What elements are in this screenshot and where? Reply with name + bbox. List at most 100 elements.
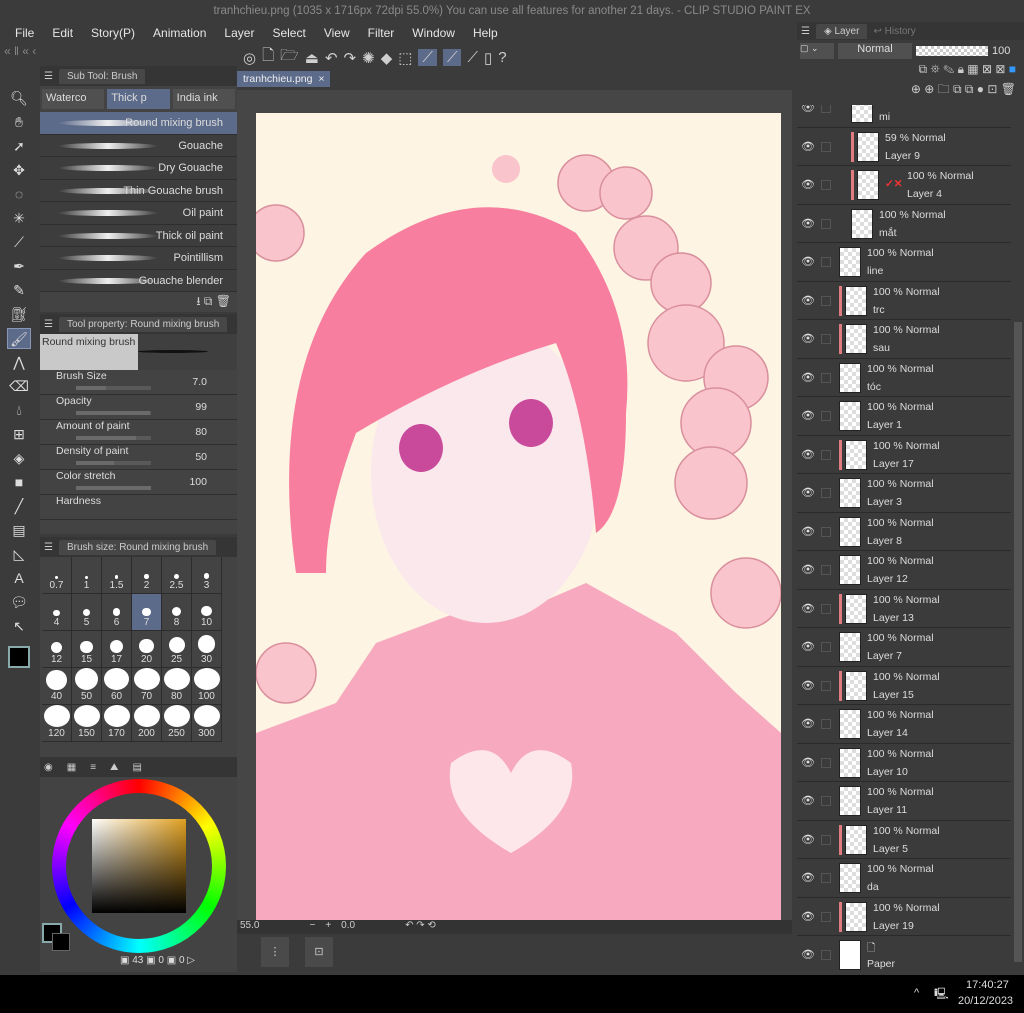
layer-row[interactable]: 👁︎ 100 % Normal Layer 17 (797, 436, 1011, 474)
visibility-eye-icon[interactable]: 👁︎ (801, 332, 815, 345)
rotate-icons[interactable]: ↶ ↷ ⟲ (405, 920, 436, 934)
layer-row[interactable]: 👁︎ 100 % Normal Layer 14 (797, 705, 1011, 744)
brush-size-option[interactable]: 4 (42, 594, 72, 631)
pen-tool-icon[interactable]: ✒ (7, 256, 31, 277)
layer-checkbox[interactable] (821, 295, 831, 306)
menu-icon[interactable]: ☰ (44, 542, 53, 553)
layer-action-icons[interactable]: ⊕ ⊕ 🗀 ⧉ ⧉ ● ⊡ 🗑︎ (797, 80, 1024, 101)
property-row[interactable]: Density of paint 50 (40, 445, 237, 470)
lasso-tool-icon[interactable]: ◌ (7, 184, 31, 205)
brush-size-option[interactable]: 0.7 (42, 557, 72, 594)
brush-size-option[interactable]: 2.5 (162, 557, 192, 594)
property-value[interactable]: 50 (195, 451, 207, 463)
brush-size-option[interactable]: 300 (192, 705, 222, 742)
brush-size-option[interactable]: 70 (132, 668, 162, 705)
layer-checkbox[interactable] (821, 796, 831, 806)
layer-row[interactable]: 👁︎ 100 % Normal Layer 12 (797, 551, 1011, 590)
eyedropper-icon[interactable]: ⟋ (7, 232, 31, 253)
opacity-value[interactable]: 100 (992, 45, 1010, 57)
zoom-tool-icon[interactable]: 🔍︎ (7, 88, 31, 109)
menu-icon[interactable]: ☰ (801, 26, 810, 37)
main-color-swatch[interactable] (8, 646, 30, 668)
property-row[interactable]: Amount of paint 80 (40, 420, 237, 445)
subtool-actions[interactable]: ⭳ ⧉ 🗑︎ (40, 292, 237, 313)
visibility-eye-icon[interactable]: 👁︎ (801, 448, 815, 461)
eraser-tool-icon[interactable]: ⌫ (7, 376, 31, 397)
property-slider[interactable] (76, 411, 151, 415)
close-tab-icon[interactable]: × (318, 73, 324, 85)
layer-row[interactable]: 👁︎ 🗋 Paper (797, 936, 1011, 972)
tab-layer[interactable]: ◈ Layer (815, 23, 868, 39)
layer-row[interactable]: 👁︎ 100 % Normal Layer 19 (797, 898, 1011, 936)
smartphone-icon[interactable]: ▯ (484, 49, 492, 67)
airbrush-tool-icon[interactable]: ⛽︎ (7, 304, 31, 325)
layer-row[interactable]: 👁︎ mi (797, 105, 1011, 128)
clear-icon[interactable]: ✺ (362, 49, 375, 67)
menu-icon[interactable]: ☰ (44, 319, 53, 330)
layer-row[interactable]: 👁︎ 100 % Normal Layer 13 (797, 590, 1011, 628)
layer-checkbox[interactable] (821, 950, 831, 960)
fill-tool-icon[interactable]: ◈ (7, 448, 31, 469)
visibility-eye-icon[interactable]: 👁︎ (801, 525, 815, 538)
brush-size-option[interactable]: 5 (72, 594, 102, 631)
layer-row[interactable]: 👁︎ 100 % Normal Layer 10 (797, 744, 1011, 782)
brush-size-option[interactable]: 6 (102, 594, 132, 631)
layer-row[interactable]: 👁︎ 100 % Normal Layer 11 (797, 782, 1011, 821)
layer-checkbox[interactable] (821, 834, 831, 845)
ruler-tool-icon[interactable]: ◺ (7, 544, 31, 565)
property-slider[interactable] (76, 486, 151, 490)
brush-size-option[interactable]: 200 (132, 705, 162, 742)
visibility-eye-icon[interactable]: 👁︎ (801, 178, 815, 191)
network-icon[interactable]: 🖳 (934, 985, 949, 1004)
property-slider[interactable] (76, 436, 151, 440)
layer-row[interactable]: 👁︎ ✓✕ 100 % Normal Layer 4 (797, 166, 1011, 205)
brush-size-option[interactable]: 25 (162, 631, 192, 668)
sub-color-chip[interactable] (52, 933, 70, 951)
subtool-tab[interactable]: Thick p (107, 89, 170, 109)
zoom-in-icon[interactable]: + (325, 920, 331, 934)
subtool-item[interactable]: Pointillism (40, 247, 237, 270)
open-folder-icon[interactable]: 🗁 (280, 45, 299, 70)
layer-row[interactable]: 👁︎ 100 % Normal Layer 15 (797, 667, 1011, 705)
layer-checkbox[interactable] (821, 372, 831, 383)
property-slider[interactable] (76, 386, 151, 390)
layer-checkbox[interactable] (821, 757, 831, 768)
visibility-eye-icon[interactable]: 👁︎ (801, 255, 815, 268)
hardness-row[interactable]: Hardness (40, 495, 237, 520)
layer-checkbox[interactable] (821, 141, 831, 152)
visibility-eye-icon[interactable]: 👁︎ (801, 833, 815, 846)
layer-checkbox[interactable] (821, 105, 831, 113)
property-value[interactable]: 99 (195, 401, 207, 413)
brush-size-option[interactable]: 3 (192, 557, 222, 594)
canvas-artwork[interactable] (247, 113, 782, 920)
subtool-tab[interactable]: India ink (172, 89, 235, 109)
layer-checkbox[interactable] (821, 642, 831, 652)
snap-grid-icon[interactable]: ⟋ (467, 49, 478, 66)
visibility-eye-icon[interactable]: 👁︎ (801, 910, 815, 923)
object-tool-icon[interactable]: ➚ (7, 136, 31, 157)
brush-size-option[interactable]: 17 (102, 631, 132, 668)
subtool-item[interactable]: Round mixing brush (40, 112, 237, 135)
intermediate-color-tab-icon[interactable]: ⛰ (110, 762, 118, 773)
saturation-value-square[interactable] (92, 819, 186, 913)
visibility-eye-icon[interactable]: 👁︎ (801, 717, 815, 730)
help-icon[interactable]: ? (498, 49, 506, 66)
layer-row[interactable]: 👁︎ 100 % Normal Layer 3 (797, 474, 1011, 513)
panel-collapse-strip[interactable]: « ‖ « ‹ (0, 44, 237, 64)
layer-row[interactable]: 👁︎ 100 % Normal sau (797, 320, 1011, 359)
pencil-tool-icon[interactable]: ✎ (7, 280, 31, 301)
layer-checkbox[interactable] (821, 218, 831, 229)
subtool-item[interactable]: Thick oil paint (40, 224, 237, 247)
brush-tool-icon[interactable]: 🖌︎ (7, 328, 31, 349)
menu-edit[interactable]: Edit (52, 26, 73, 40)
snap-ruler-icon[interactable]: ⟋ (418, 49, 437, 66)
brush-size-option[interactable]: 40 (42, 668, 72, 705)
layer-row[interactable]: 👁︎ 100 % Normal da (797, 859, 1011, 898)
menu-storyp[interactable]: Story(P) (91, 26, 135, 40)
layer-checkbox[interactable] (821, 449, 831, 460)
layer-row[interactable]: 👁︎ 100 % Normal Layer 5 (797, 821, 1011, 859)
brush-size-option[interactable]: 60 (102, 668, 132, 705)
property-row[interactable]: Color stretch 100 (40, 470, 237, 495)
property-row[interactable]: Brush Size 7.0 (40, 370, 237, 395)
layer-row[interactable]: 👁︎ 59 % Normal Layer 9 (797, 128, 1011, 166)
